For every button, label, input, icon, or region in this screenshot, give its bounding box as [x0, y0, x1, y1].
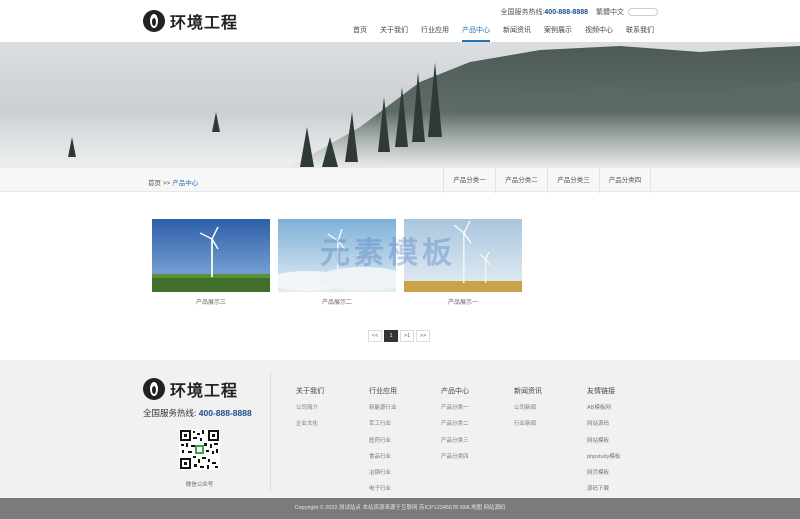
footer-logo-text: 环境工程 [170, 383, 239, 400]
footer-link[interactable]: 源码下载 [587, 484, 620, 492]
watermark: 元素模板 [320, 237, 456, 270]
nav-item-news[interactable]: 新闻资讯 [503, 25, 531, 42]
nav-item-cases[interactable]: 案例展示 [544, 25, 572, 42]
nav-item-contact[interactable]: 联系我们 [626, 25, 654, 42]
footer-link[interactable]: 新能源行业 [369, 403, 397, 411]
footer-hotline: 全国服务热线: 400-888-8888 [143, 407, 252, 419]
footer-link[interactable]: 网站源码 [587, 419, 620, 427]
search-input[interactable] [628, 8, 658, 16]
product-image[interactable] [152, 219, 270, 292]
site-header: 环境工程 全国服务热线: 400-888-8888 繁體中文 首页 关于我们 行… [0, 0, 800, 42]
category-tabs: 产品分类一 产品分类二 产品分类三 产品分类四 [443, 168, 651, 193]
breadcrumb-home[interactable]: 首页 [148, 180, 161, 187]
sub-nav-bar: 首页 >> 产品中心 产品分类一 产品分类二 产品分类三 产品分类四 [0, 167, 800, 193]
category-tab-1[interactable]: 产品分类一 [443, 168, 495, 193]
footer-link[interactable]: 公司新闻 [514, 403, 542, 411]
category-tab-2[interactable]: 产品分类二 [495, 168, 547, 193]
footer-link[interactable]: 产品分类一 [441, 403, 469, 411]
pager-page-1[interactable]: 1 [384, 330, 398, 342]
product-caption[interactable]: 产品展示二 [278, 297, 396, 306]
logo-text: 环境工程 [170, 15, 239, 32]
footer-link[interactable]: 行业新闻 [514, 419, 542, 427]
footer-column-links: 友情链接 AB模板网 网站源码 网站模板 phpstudy模板 网页模板 源码下… [587, 386, 620, 501]
footer-column-industry: 行业应用 新能源行业 军工行业 医药行业 食品行业 冶钢行业 电子行业 [369, 386, 397, 501]
footer-column-title[interactable]: 行业应用 [369, 386, 397, 396]
footer-divider [270, 372, 271, 490]
mountain-forest-image [0, 46, 800, 167]
footer-link[interactable]: 网站模板 [587, 436, 620, 444]
footer-link[interactable]: 公司简介 [296, 403, 324, 411]
footer-link[interactable]: AB模板网 [587, 403, 620, 411]
breadcrumb-separator: >> [162, 180, 171, 187]
product-caption[interactable]: 产品展示一 [404, 297, 522, 306]
footer-link[interactable]: 冶钢行业 [369, 468, 397, 476]
breadcrumb: 首页 >> 产品中心 [148, 177, 198, 187]
footer-logo[interactable]: 环境工程 [143, 377, 238, 401]
footer-link[interactable]: 产品分类四 [441, 452, 469, 460]
nav-item-home[interactable]: 首页 [353, 25, 367, 42]
footer-link[interactable]: 食品行业 [369, 452, 397, 460]
footer-link[interactable]: 产品分类三 [441, 436, 469, 444]
footer-column-title[interactable]: 产品中心 [441, 386, 469, 396]
qr-code-icon [179, 429, 220, 470]
footer-column-title[interactable]: 友情链接 [587, 386, 620, 396]
top-bar: 全国服务热线: 400-888-8888 繁體中文 [500, 7, 658, 17]
flame-logo-icon [143, 378, 165, 400]
product-caption[interactable]: 产品展示三 [152, 297, 270, 306]
language-switch[interactable]: 繁體中文 [596, 7, 624, 17]
pager-first[interactable]: << [368, 330, 382, 342]
category-tab-4[interactable]: 产品分类四 [599, 168, 651, 193]
hotline-number: 400-888-8888 [544, 8, 588, 16]
nav-item-videos[interactable]: 视频中心 [585, 25, 613, 42]
footer-hotline-number: 400-888-8888 [198, 408, 252, 418]
pager-next[interactable]: >1 [400, 330, 414, 342]
footer-link[interactable]: 医药行业 [369, 436, 397, 444]
footer-column-products: 产品中心 产品分类一 产品分类二 产品分类三 产品分类四 [441, 386, 469, 468]
qr-caption: 微信公众号 [185, 482, 214, 488]
site-footer: 环境工程 全国服务热线: 400-888-8888 微信公众号 关于我们 公司简… [0, 360, 800, 498]
breadcrumb-current[interactable]: 产品中心 [172, 180, 198, 187]
copyright-bar: Copyright © 2022 测试站点 本站资源来源于互联网 苏ICP123… [0, 498, 800, 519]
nav-item-products[interactable]: 产品中心 [462, 25, 490, 42]
logo[interactable]: 环境工程 [143, 9, 238, 33]
footer-column-news: 新闻资讯 公司新闻 行业新闻 [514, 386, 542, 436]
product-card[interactable]: 产品展示三 [152, 219, 270, 306]
footer-link[interactable]: 军工行业 [369, 419, 397, 427]
footer-link[interactable]: 电子行业 [369, 484, 397, 492]
main-nav: 首页 关于我们 行业应用 产品中心 新闻资讯 案例展示 视频中心 联系我们 [340, 25, 654, 42]
footer-link[interactable]: 产品分类二 [441, 419, 469, 427]
category-tab-3[interactable]: 产品分类三 [547, 168, 599, 193]
hero-banner [0, 42, 800, 167]
pagination: << 1 >1 >> [368, 330, 432, 342]
footer-link[interactable]: 网页模板 [587, 468, 620, 476]
footer-hotline-label: 全国服务热线: [143, 408, 197, 418]
flame-logo-icon [143, 10, 165, 32]
hotline-label: 全国服务热线: [500, 9, 545, 16]
nav-item-about[interactable]: 关于我们 [380, 25, 408, 42]
footer-column-title[interactable]: 新闻资讯 [514, 386, 542, 396]
footer-column-title[interactable]: 关于我们 [296, 386, 324, 396]
footer-link[interactable]: phpstudy模板 [587, 452, 620, 460]
pager-last[interactable]: >> [416, 330, 430, 342]
nav-item-industry[interactable]: 行业应用 [421, 25, 449, 42]
footer-link[interactable]: 企业文化 [296, 419, 324, 427]
footer-column-about: 关于我们 公司简介 企业文化 [296, 386, 324, 436]
